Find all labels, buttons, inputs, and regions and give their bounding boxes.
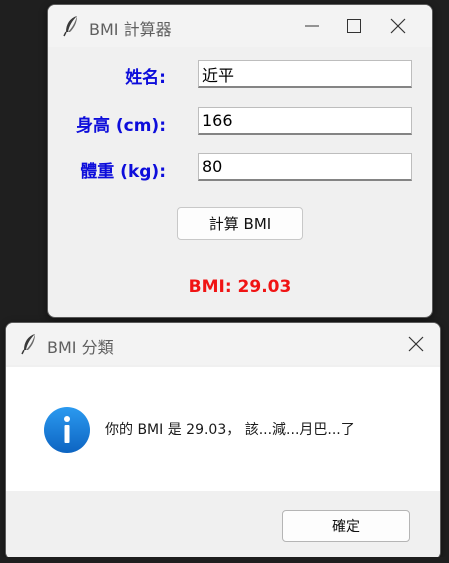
- window-title: BMI 計算器: [89, 20, 172, 39]
- feather-icon: [21, 334, 35, 355]
- dialog-title: BMI 分類: [47, 338, 114, 357]
- maximize-button[interactable]: [334, 11, 374, 41]
- close-icon: [408, 336, 424, 352]
- bmi-result: BMI: 29.03: [188, 277, 292, 297]
- name-label: 姓名:: [125, 68, 166, 88]
- dialog-close-button[interactable]: [396, 329, 436, 359]
- title-bar[interactable]: BMI 計算器: [48, 5, 432, 47]
- maximize-icon: [347, 19, 361, 33]
- minimize-icon: [305, 25, 319, 27]
- background-strip: [0, 557, 449, 563]
- dialog-footer: 確定: [6, 491, 440, 559]
- dialog-title-bar[interactable]: BMI 分類: [6, 323, 440, 365]
- height-label: 身高 (cm):: [75, 116, 166, 136]
- weight-label: 體重 (kg):: [80, 162, 166, 182]
- close-icon: [390, 18, 406, 34]
- minimize-button[interactable]: [292, 11, 332, 41]
- calculate-bmi-button[interactable]: 計算 BMI: [177, 207, 303, 240]
- bmi-classification-dialog: BMI 分類 你的 BMI 是 29.03， 該...減...月巴...了 確定: [5, 322, 441, 560]
- ok-button[interactable]: 確定: [282, 510, 410, 542]
- weight-input[interactable]: [198, 153, 412, 181]
- info-icon: [44, 407, 90, 453]
- dialog-message: 你的 BMI 是 29.03， 該...減...月巴...了: [105, 422, 355, 438]
- height-input[interactable]: [198, 107, 412, 135]
- bmi-calculator-window: BMI 計算器 姓名: 身高 (cm): 體重 (kg): 計算 BMI BMI…: [47, 4, 433, 318]
- dialog-message-area: 你的 BMI 是 29.03， 該...減...月巴...了: [6, 367, 440, 491]
- close-button[interactable]: [378, 11, 418, 41]
- name-input[interactable]: [198, 60, 412, 88]
- feather-icon: [63, 16, 77, 37]
